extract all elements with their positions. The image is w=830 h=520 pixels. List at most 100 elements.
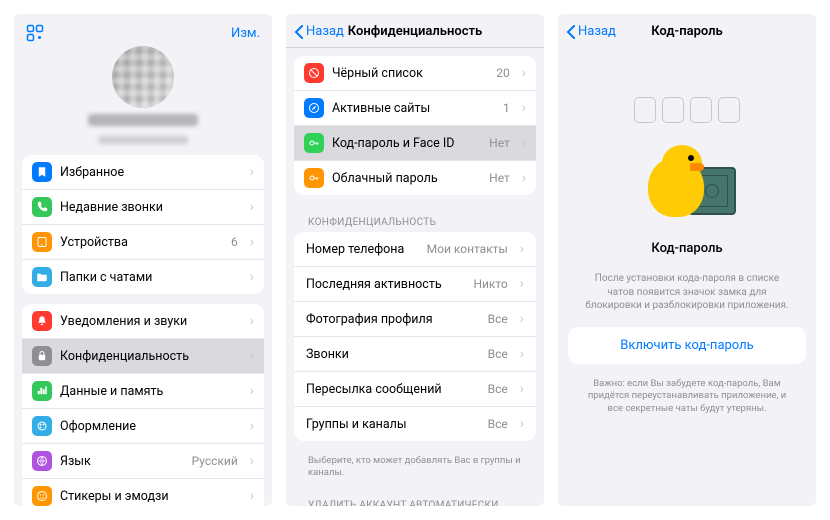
row-label: Данные и память [60, 384, 238, 399]
list-item[interactable]: ЗвонкиВсе› [294, 336, 536, 371]
list-item[interactable]: Группы и каналы Все › [294, 406, 536, 441]
edit-button[interactable]: Изм. [231, 26, 260, 41]
row-label: Устройства [60, 235, 223, 250]
chevron-right-icon: › [520, 241, 524, 257]
row-value: Все [488, 417, 508, 431]
passcode-warning: Важно: если Вы забудете код-пароль, Вам … [558, 364, 816, 430]
chevron-right-icon: › [520, 311, 524, 327]
list-item[interactable]: Уведомления и звуки › [22, 304, 264, 338]
brush-icon [32, 416, 52, 436]
chevron-right-icon: › [250, 418, 254, 434]
row-value: 20 [496, 66, 510, 80]
qr-icon[interactable] [26, 24, 44, 42]
row-label: Оформление [60, 419, 238, 434]
row-label: Папки с чатами [60, 270, 238, 285]
list-item[interactable]: Конфиденциальность › [22, 338, 264, 373]
row-label: Последняя активность [306, 277, 465, 292]
block-icon [304, 63, 324, 83]
globe-icon [32, 451, 52, 471]
sticker-icon [32, 486, 52, 506]
list-item[interactable]: Папки с чатами › [22, 259, 264, 294]
duck-icon [648, 149, 726, 227]
row-value: Все [488, 312, 508, 326]
avatar[interactable] [112, 46, 174, 108]
data-icon [32, 381, 52, 401]
row-label: Конфиденциальность [60, 349, 238, 364]
pin-boxes [578, 97, 796, 123]
chevron-right-icon: › [250, 348, 254, 364]
section-header: Удалить аккаунт автоматически [294, 488, 536, 506]
row-value: Нет [489, 136, 510, 150]
row-label: Язык [60, 454, 184, 469]
row-label: Активные сайты [332, 101, 495, 116]
enable-passcode-button[interactable]: Включить код-пароль [568, 327, 806, 364]
back-button[interactable]: Назад [566, 24, 616, 39]
list-item[interactable]: Оформление › [22, 408, 264, 443]
chevron-right-icon: › [250, 199, 254, 215]
chevron-right-icon: › [250, 269, 254, 285]
passcode-illustration: Код-пароль [558, 47, 816, 266]
chevron-right-icon: › [250, 313, 254, 329]
chevron-right-icon: › [250, 488, 254, 504]
list-item[interactable]: Код-пароль и Face IDНет› [294, 125, 536, 160]
bookmark-icon [32, 162, 52, 182]
row-label: Недавние звонки [60, 200, 238, 215]
profile-header[interactable] [14, 42, 272, 155]
row-value: Мои контакты [427, 242, 508, 256]
list-item[interactable]: Чёрный список 20 › [294, 56, 536, 90]
profile-subtitle [98, 136, 188, 144]
list-item[interactable]: Номер телефона Мои контакты › [294, 232, 536, 266]
profile-name [88, 114, 198, 126]
section-footer: Выберите, кто может добавлять Вас в груп… [294, 451, 536, 488]
chevron-right-icon: › [522, 170, 526, 186]
chevron-right-icon: › [520, 416, 524, 432]
chevron-right-icon: › [250, 234, 254, 250]
row-value: 6 [231, 235, 238, 249]
list-item[interactable]: Данные и память › [22, 373, 264, 408]
passcode-heading: Код-пароль [578, 241, 796, 256]
list-item[interactable]: Устройства 6 › [22, 224, 264, 259]
folder-icon [32, 267, 52, 287]
row-label: Пересылка сообщений [306, 382, 480, 397]
list-item[interactable]: Недавние звонки › [22, 189, 264, 224]
chevron-right-icon: › [250, 164, 254, 180]
key-icon [304, 133, 324, 153]
device-icon [32, 232, 52, 252]
list-item[interactable]: Фотография профиля Все › [294, 301, 536, 336]
section-header: Конфиденциальность [294, 205, 536, 232]
list-item[interactable]: Облачный парольНет› [294, 160, 536, 195]
row-label: Фотография профиля [306, 312, 480, 327]
row-label: Стикеры и эмодзи [60, 489, 238, 504]
back-button[interactable]: Назад [294, 24, 344, 39]
list-item[interactable]: Стикеры и эмодзи › [22, 478, 264, 506]
chevron-right-icon: › [522, 135, 526, 151]
passcode-description: После установки кода-пароля в списке чат… [558, 266, 816, 327]
privacy-screen: Назад Конфиденциальность Чёрный список 20… [286, 14, 544, 506]
chevron-right-icon: › [522, 65, 526, 81]
row-value: Русский [192, 454, 238, 468]
phone-icon [32, 197, 52, 217]
row-label: Звонки [306, 347, 480, 362]
chevron-right-icon: › [520, 381, 524, 397]
row-label: Группы и каналы [306, 417, 480, 432]
list-item[interactable]: Последняя активность Никто › [294, 266, 536, 301]
passcode-screen: Назад Код-пароль Код-пароль После устано… [558, 14, 816, 506]
row-label: Номер телефона [306, 242, 419, 257]
row-value: Все [488, 347, 508, 361]
list-item[interactable]: Язык Русский › [22, 443, 264, 478]
row-value: Никто [473, 277, 507, 291]
key-icon [304, 168, 324, 188]
settings-main-screen: Изм. Избранное›Недавние звонки›Устройств… [14, 14, 272, 506]
chevron-right-icon: › [520, 276, 524, 292]
chevron-right-icon: › [250, 453, 254, 469]
row-label: Чёрный список [332, 66, 488, 81]
row-value: Все [488, 382, 508, 396]
row-label: Уведомления и звуки [60, 314, 238, 329]
list-item[interactable]: Избранное› [22, 155, 264, 189]
lock-icon [32, 346, 52, 366]
list-item[interactable]: Активные сайты1› [294, 90, 536, 125]
list-item[interactable]: Пересылка сообщений Все › [294, 371, 536, 406]
chevron-right-icon: › [250, 383, 254, 399]
row-label: Облачный пароль [332, 171, 481, 186]
row-value: 1 [503, 101, 510, 115]
